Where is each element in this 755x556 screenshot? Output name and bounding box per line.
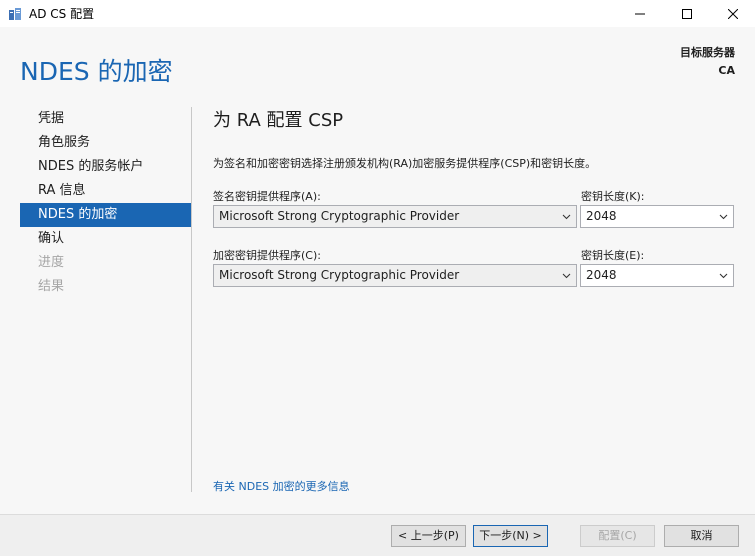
section-description: 为签名和加密密钥选择注册颁发机构(RA)加密服务提供程序(CSP)和密钥长度。 xyxy=(213,157,597,170)
nav-item-results: 结果 xyxy=(38,279,65,294)
wizard-content: NDES 的加密 目标服务器 CA 凭据 角色服务 NDES 的服务帐户 RA … xyxy=(0,27,755,514)
nav-item-progress: 进度 xyxy=(38,255,65,270)
signature-key-length-value: 2048 xyxy=(586,209,617,223)
server-config-icon xyxy=(8,6,22,20)
destination-server-label: 目标服务器 xyxy=(680,46,735,59)
signature-key-length-select[interactable]: 2048 xyxy=(580,205,734,228)
more-info-link[interactable]: 有关 NDES 加密的更多信息 xyxy=(213,478,350,494)
chevron-down-icon xyxy=(719,214,728,220)
nav-item-ndes-service-account[interactable]: NDES 的服务帐户 xyxy=(20,155,191,179)
cancel-button[interactable]: 取消 xyxy=(664,525,739,547)
close-icon xyxy=(728,8,738,19)
nav-item-confirmation[interactable]: 确认 xyxy=(20,227,191,251)
close-button[interactable] xyxy=(710,0,755,27)
minimize-icon xyxy=(635,13,645,14)
encryption-key-length-label: 密钥长度(E): xyxy=(581,249,645,262)
nav-item-role-services[interactable]: 角色服务 xyxy=(20,131,191,155)
wizard-footer: < 上一步(P) 下一步(N) > 配置(C) 取消 xyxy=(0,514,755,556)
window-titlebar: AD CS 配置 xyxy=(0,0,755,27)
encryption-provider-select[interactable]: Microsoft Strong Cryptographic Provider xyxy=(213,264,577,287)
encryption-provider-value: Microsoft Strong Cryptographic Provider xyxy=(219,268,460,282)
next-button[interactable]: 下一步(N) > xyxy=(473,525,548,547)
maximize-button[interactable] xyxy=(664,0,710,27)
wizard-nav: 凭据 角色服务 NDES 的服务帐户 RA 信息 NDES 的加密 确认 进度 … xyxy=(20,107,191,299)
configure-button[interactable]: 配置(C) xyxy=(580,525,655,547)
page-title: NDES 的加密 xyxy=(20,57,173,86)
signature-provider-value: Microsoft Strong Cryptographic Provider xyxy=(219,209,460,223)
window-title: AD CS 配置 xyxy=(29,7,95,21)
chevron-down-icon xyxy=(719,273,728,279)
encryption-provider-label: 加密密钥提供程序(C): xyxy=(213,249,321,262)
encryption-key-length-value: 2048 xyxy=(586,268,617,282)
chevron-down-icon xyxy=(562,214,571,220)
encryption-key-length-select[interactable]: 2048 xyxy=(580,264,734,287)
minimize-button[interactable] xyxy=(617,0,663,27)
signature-provider-select[interactable]: Microsoft Strong Cryptographic Provider xyxy=(213,205,577,228)
nav-item-credentials[interactable]: 凭据 xyxy=(20,107,191,131)
signature-provider-label: 签名密钥提供程序(A): xyxy=(213,190,321,203)
nav-item-ra-info[interactable]: RA 信息 xyxy=(20,179,191,203)
nav-divider xyxy=(191,107,192,492)
back-button[interactable]: < 上一步(P) xyxy=(391,525,466,547)
nav-item-ndes-crypto[interactable]: NDES 的加密 xyxy=(20,203,191,227)
section-title: 为 RA 配置 CSP xyxy=(213,110,344,131)
chevron-down-icon xyxy=(562,273,571,279)
signature-key-length-label: 密钥长度(K): xyxy=(581,190,645,203)
destination-server-value: CA xyxy=(718,64,735,77)
maximize-icon xyxy=(682,8,692,19)
